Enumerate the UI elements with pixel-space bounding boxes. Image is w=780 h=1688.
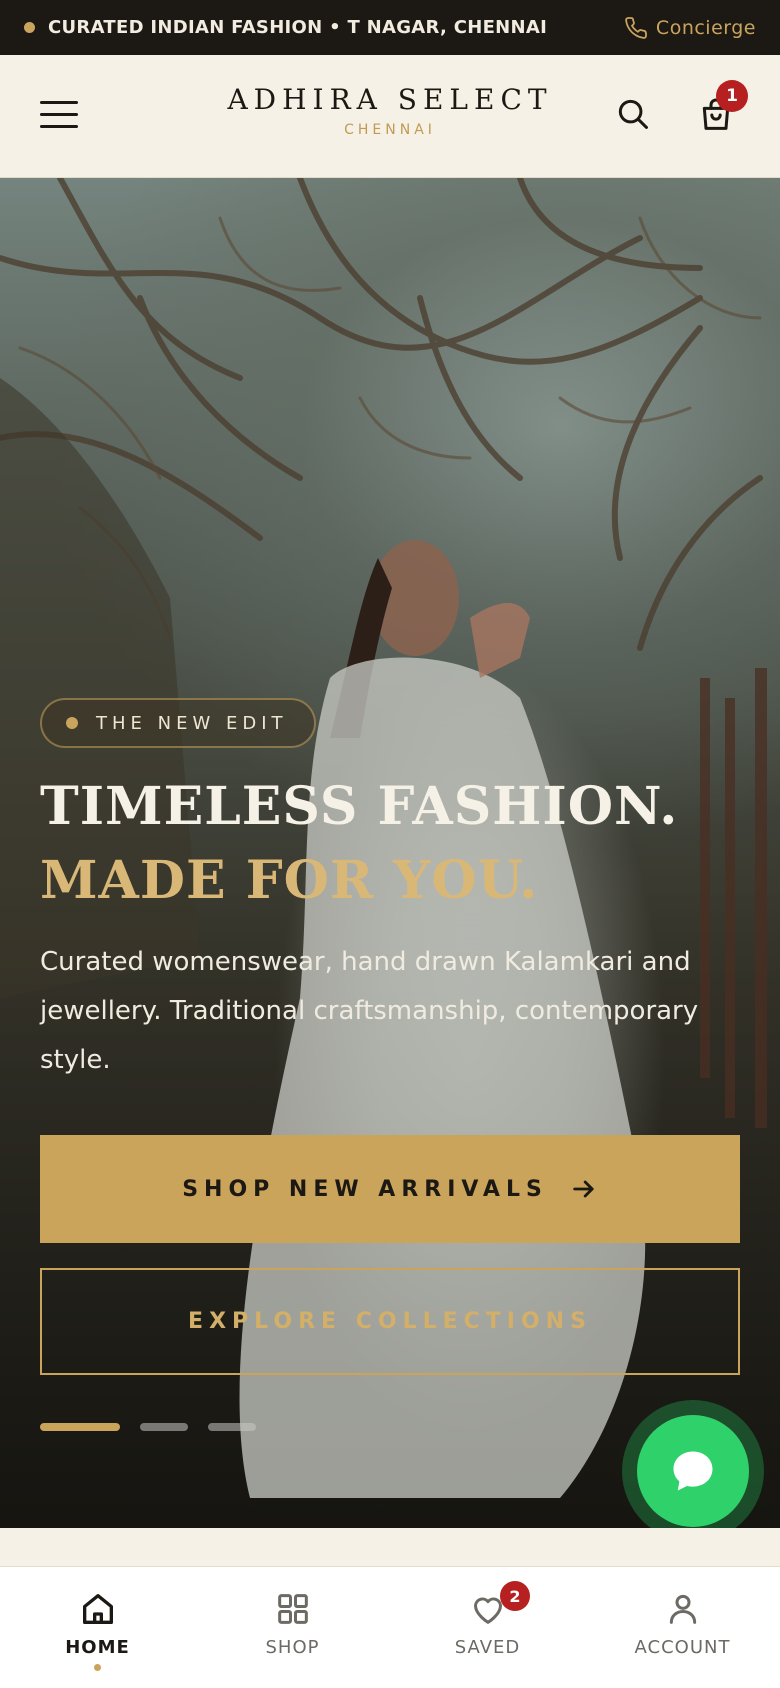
explore-collections-label: EXPLORE COLLECTIONS — [188, 1309, 592, 1334]
content-strip — [0, 1528, 780, 1566]
bottom-navigation: HOME SHOP SAVED 2 ACCOUNT — [0, 1566, 780, 1688]
concierge-link[interactable]: Concierge — [624, 16, 756, 40]
nav-account[interactable]: ACCOUNT — [585, 1567, 780, 1688]
shop-new-arrivals-button[interactable]: SHOP NEW ARRIVALS — [40, 1135, 740, 1243]
hero-banner: THE NEW EDIT TIMELESS FASHION. MADE FOR … — [0, 178, 780, 1528]
grid-icon — [277, 1594, 308, 1624]
nav-home[interactable]: HOME — [0, 1567, 195, 1688]
carousel-dot-2[interactable] — [140, 1423, 188, 1431]
nav-shop[interactable]: SHOP — [195, 1567, 390, 1688]
menu-icon — [40, 101, 78, 104]
menu-icon-bar — [40, 125, 78, 128]
headline-line-2: MADE FOR YOU. — [40, 850, 539, 911]
carousel-dot-3[interactable] — [208, 1423, 256, 1431]
nav-shop-label: SHOP — [265, 1637, 320, 1658]
chat-button[interactable] — [622, 1400, 764, 1542]
brand-location: CHENNAI — [344, 122, 436, 138]
tag-dot — [66, 717, 78, 729]
site-header: ADHIRA SELECT CHENNAI — [0, 55, 780, 178]
cart-count-badge: 1 — [716, 80, 748, 112]
headline-line-1: TIMELESS FASHION. — [40, 776, 679, 837]
explore-collections-button[interactable]: EXPLORE COLLECTIONS — [40, 1268, 740, 1375]
carousel-indicators — [40, 1423, 276, 1431]
announcement-bar: CURATED INDIAN FASHION • T NAGAR, CHENNA… — [0, 0, 780, 55]
chat-button-inner — [637, 1415, 749, 1527]
nav-saved[interactable]: SAVED 2 — [390, 1567, 585, 1688]
nav-home-label: HOME — [65, 1637, 130, 1658]
hero-headline: TIMELESS FASHION. MADE FOR YOU. — [40, 770, 760, 918]
carousel-dot-1[interactable] — [40, 1423, 120, 1431]
home-icon — [82, 1594, 113, 1624]
saved-count-badge: 2 — [500, 1581, 530, 1611]
chat-bubble-icon — [673, 1451, 713, 1491]
brand-logo[interactable]: ADHIRA SELECT CHENNAI — [190, 83, 590, 138]
menu-button[interactable] — [38, 97, 82, 133]
hero-description: Curated womenswear, hand drawn Kalamkari… — [40, 947, 699, 1075]
announcement-text: CURATED INDIAN FASHION • T NAGAR, CHENNA… — [48, 17, 548, 38]
concierge-label: Concierge — [655, 16, 756, 39]
nav-saved-label: SAVED — [454, 1637, 521, 1658]
menu-icon-bar — [40, 113, 78, 116]
shop-new-arrivals-label: SHOP NEW ARRIVALS — [182, 1176, 548, 1202]
user-icon — [669, 1594, 696, 1624]
search-icon — [618, 99, 648, 129]
collection-tag-label: THE NEW EDIT — [96, 712, 288, 734]
search-button[interactable] — [614, 95, 652, 133]
active-indicator-dot — [94, 1664, 101, 1671]
collection-tag: THE NEW EDIT — [40, 698, 316, 748]
brand-name: ADHIRA SELECT — [227, 83, 553, 116]
phone-icon — [625, 16, 647, 39]
announcement-dot — [24, 22, 35, 33]
arrow-right-icon — [573, 1180, 594, 1198]
nav-account-label: ACCOUNT — [634, 1637, 731, 1658]
